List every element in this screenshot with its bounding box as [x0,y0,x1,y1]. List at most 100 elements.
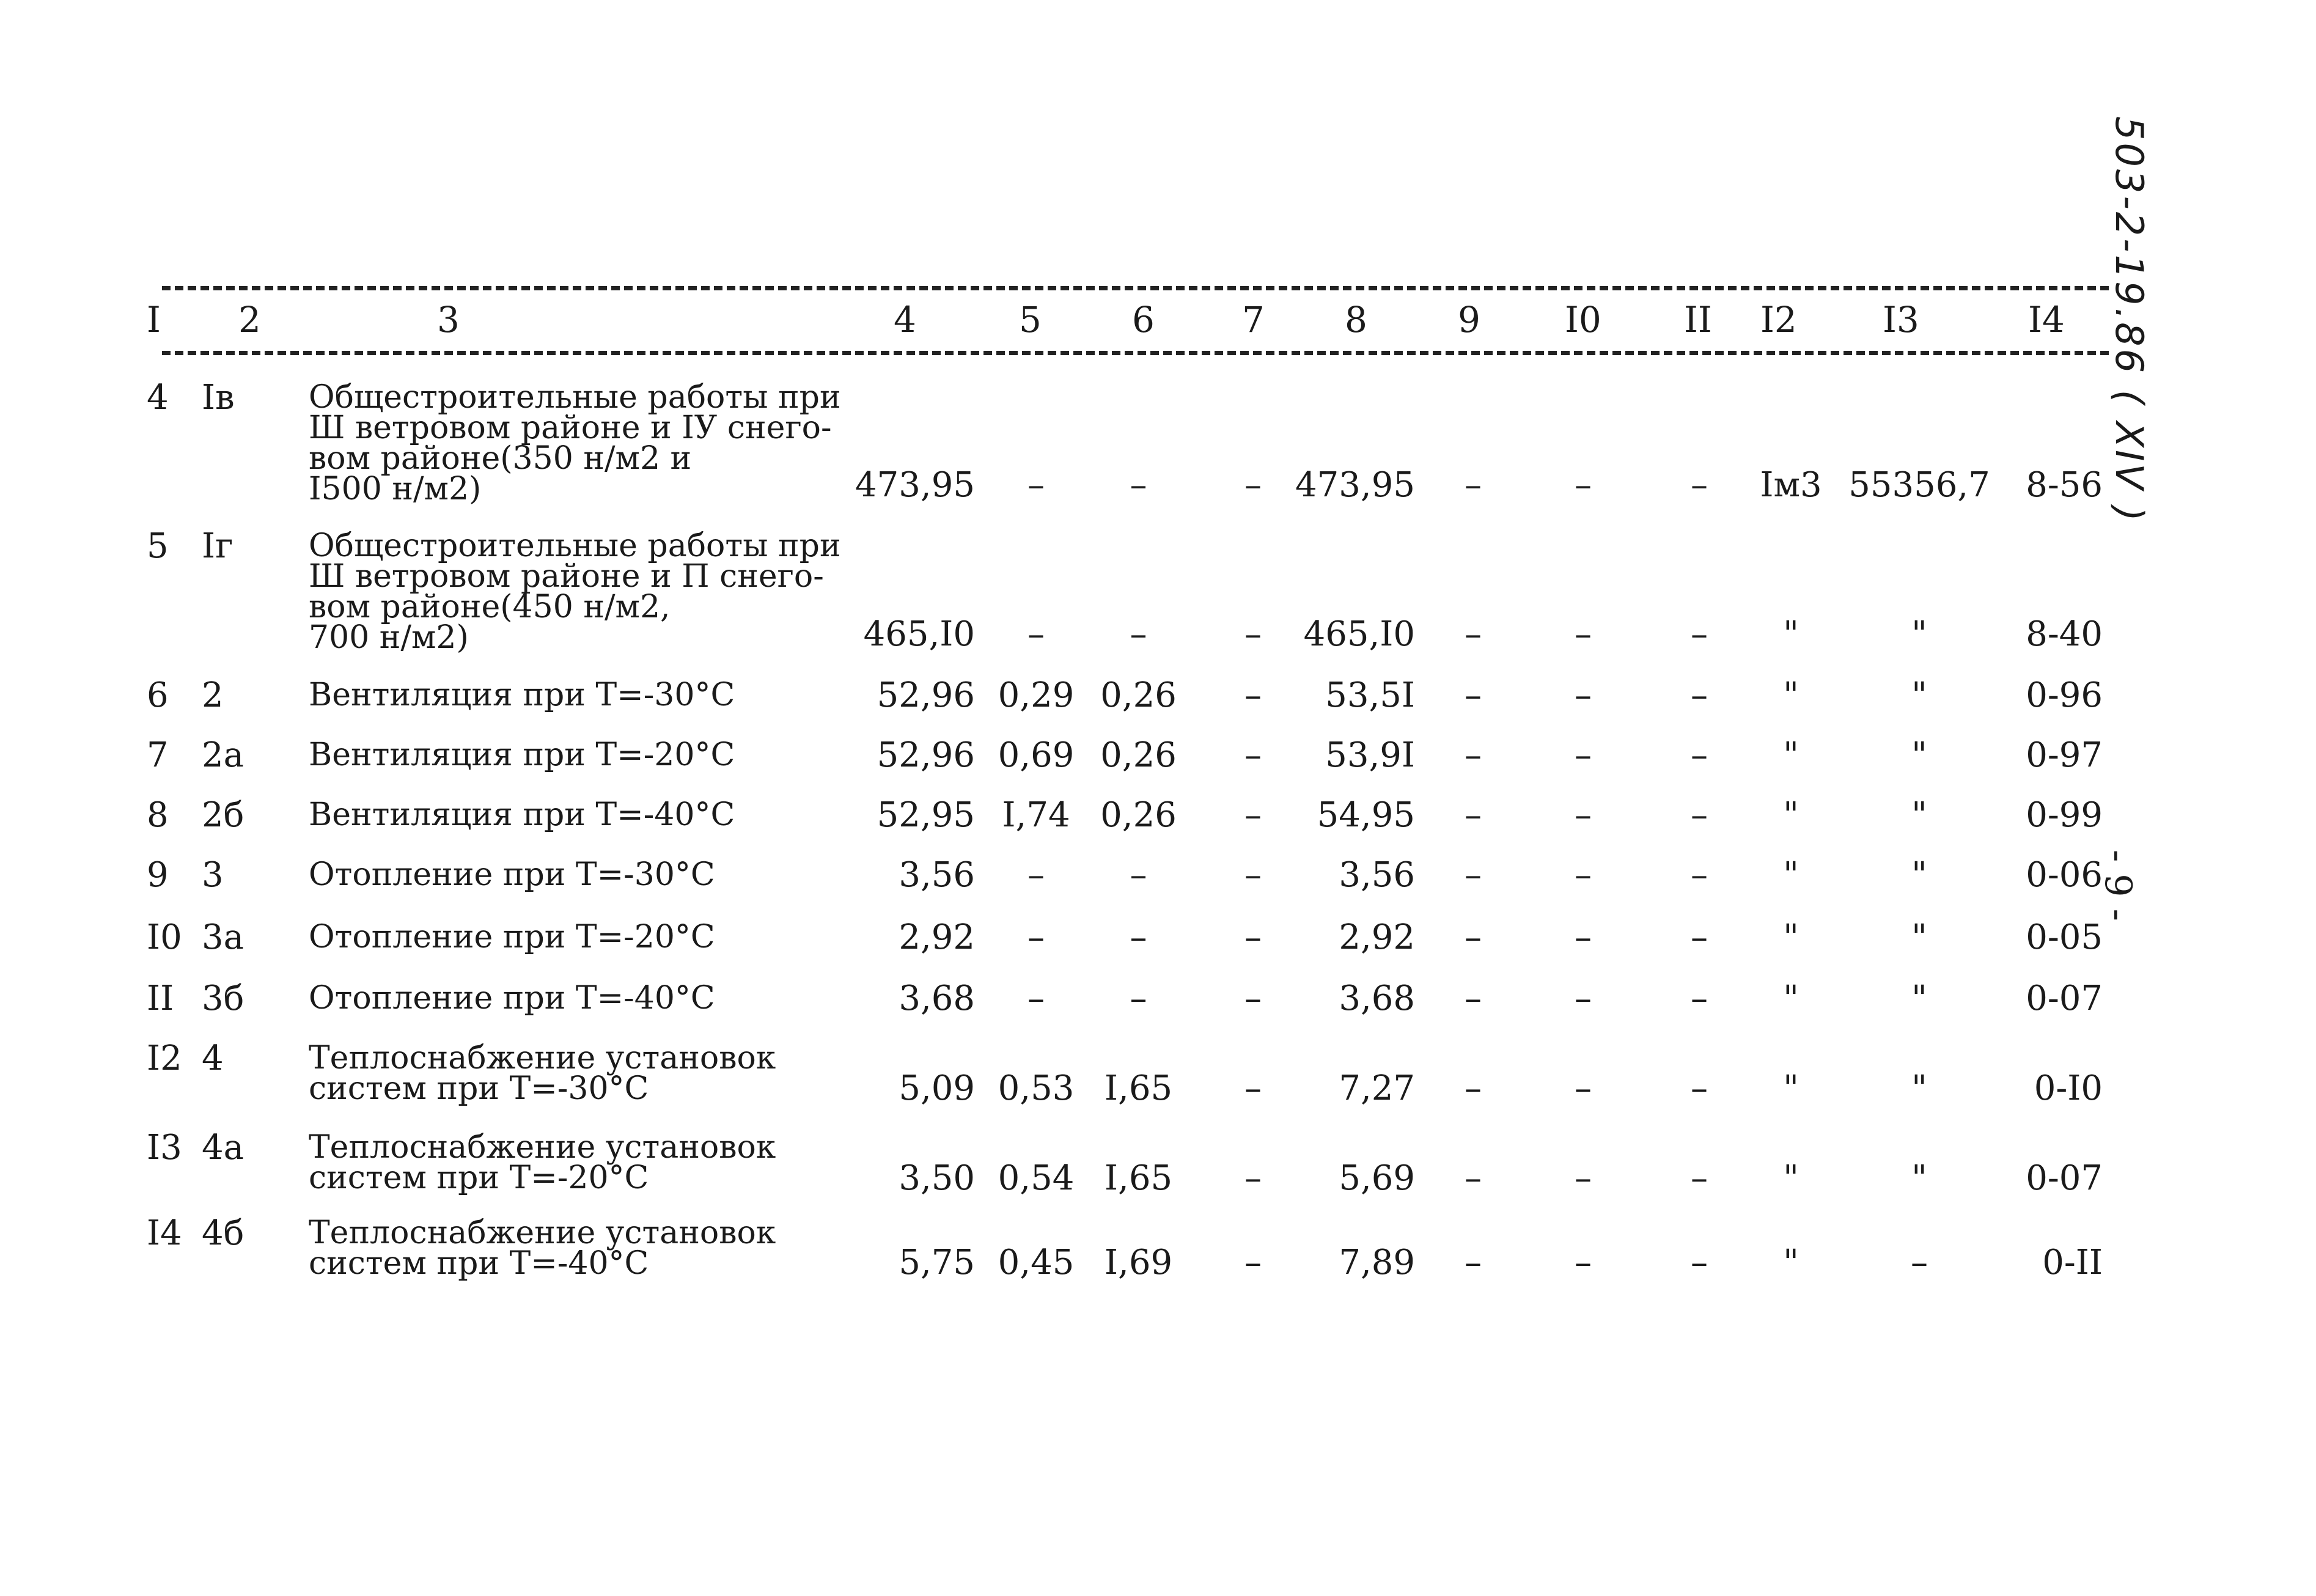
value-col-5: – [1027,918,1045,957]
value-col-5: – [1027,465,1045,505]
item-code: 2а [202,735,244,775]
work-description: Отопление при Т=-40°С [309,980,715,1017]
row-number: II [147,979,174,1018]
unit-col-12: " [1783,855,1799,895]
value-col-8: 3,56 [1339,855,1415,895]
value-col-11: – [1691,855,1708,895]
value-col-11: – [1691,918,1708,957]
unit-col-12: " [1783,979,1799,1018]
value-col-5: 0,29 [998,675,1075,715]
value-col-8: 5,69 [1339,1158,1415,1198]
value-col-13: 55356,7 [1848,465,1990,505]
item-code: Iг [202,526,233,566]
column-header: I [147,299,161,340]
work-description: Общестроительные работы при Ш ветровом р… [309,528,841,656]
value-col-10: – [1575,855,1592,895]
value-col-6: 0,26 [1100,795,1177,835]
item-code: 4а [202,1128,244,1168]
value-col-7: – [1244,795,1262,835]
value-col-5: 0,54 [998,1158,1075,1198]
value-col-7: – [1244,614,1262,654]
document-page: 503-2-19.86 ( XIV ) - 9 - I 2 3 4 5 6 7 … [0,0,2316,1596]
value-col-5: I,74 [1002,795,1070,835]
value-col-11: – [1691,1243,1708,1282]
value-col-13: " [1911,735,1927,775]
value-col-11: – [1691,795,1708,835]
value-col-14: 0-II [2042,1243,2103,1282]
value-col-6: – [1130,979,1147,1018]
unit-col-12: " [1783,1068,1799,1108]
value-col-9: – [1465,1243,1482,1282]
value-col-14: 0-05 [2026,918,2103,957]
column-header: 6 [1132,299,1155,340]
value-col-13: " [1911,979,1927,1018]
value-col-4: 52,96 [877,675,975,715]
value-col-11: – [1691,465,1708,505]
value-col-7: – [1244,1243,1262,1282]
value-col-11: – [1691,979,1708,1018]
work-description: Теплоснабжение установок систем при Т=-3… [309,1040,776,1107]
value-col-5: 0,53 [998,1068,1075,1108]
column-header: I2 [1760,299,1797,340]
value-col-4: 52,95 [877,795,975,835]
value-col-10: – [1575,1243,1592,1282]
value-col-9: – [1465,918,1482,957]
unit-col-12: " [1783,1158,1799,1198]
row-number: 8 [147,795,169,835]
value-col-8: 7,89 [1339,1243,1415,1282]
value-col-8: 53,5I [1325,675,1415,715]
value-col-8: 473,95 [1295,465,1415,505]
work-description: Вентиляция при Т=-30°С [309,677,735,713]
value-col-9: – [1465,979,1482,1018]
value-col-14: 0-07 [2026,979,2103,1018]
value-col-4: 465,I0 [863,614,975,654]
unit-col-12: " [1783,735,1799,775]
value-col-8: 53,9I [1325,735,1415,775]
value-col-13: " [1911,855,1927,895]
item-code: 2б [202,795,244,835]
row-number: 4 [147,378,169,417]
row-number: 9 [147,855,169,895]
column-header: 9 [1458,299,1480,340]
value-col-6: – [1130,918,1147,957]
row-number: I3 [147,1128,182,1168]
column-header: I4 [2028,299,2065,340]
work-description: Теплоснабжение установок систем при Т=-2… [309,1129,776,1196]
unit-col-12: Iм3 [1760,465,1822,505]
value-col-9: – [1465,465,1482,505]
value-col-8: 3,68 [1339,979,1415,1018]
value-col-10: – [1575,795,1592,835]
value-col-11: – [1691,1158,1708,1198]
unit-col-12: " [1783,918,1799,957]
value-col-9: – [1465,1068,1482,1108]
value-col-5: – [1027,614,1045,654]
value-col-6: I,65 [1104,1068,1173,1108]
value-col-10: – [1575,735,1592,775]
table-header-bottom-rule [162,351,2109,355]
item-code: 4б [202,1213,244,1253]
unit-col-12: " [1783,675,1799,715]
item-code: 3б [202,979,244,1018]
value-col-4: 3,56 [899,855,975,895]
value-col-4: 5,09 [899,1068,975,1108]
work-description: Вентиляция при Т=-20°С [309,737,735,773]
value-col-7: – [1244,1158,1262,1198]
column-header: II [1684,299,1712,340]
value-col-8: 54,95 [1317,795,1415,835]
value-col-4: 3,50 [899,1158,975,1198]
row-number: 6 [147,675,169,715]
value-col-4: 5,75 [899,1243,975,1282]
row-number: I0 [147,918,182,957]
value-col-13: " [1911,1068,1927,1108]
value-col-10: – [1575,979,1592,1018]
value-col-4: 3,68 [899,979,975,1018]
value-col-14: 0-I0 [2034,1068,2103,1108]
value-col-6: I,69 [1104,1243,1173,1282]
value-col-11: – [1691,614,1708,654]
work-description: Отопление при Т=-20°С [309,919,715,955]
value-col-10: – [1575,918,1592,957]
item-code: 2 [202,675,224,715]
column-header: 2 [238,299,261,340]
row-number: I2 [147,1039,182,1078]
value-col-14: 8-56 [2026,465,2103,505]
